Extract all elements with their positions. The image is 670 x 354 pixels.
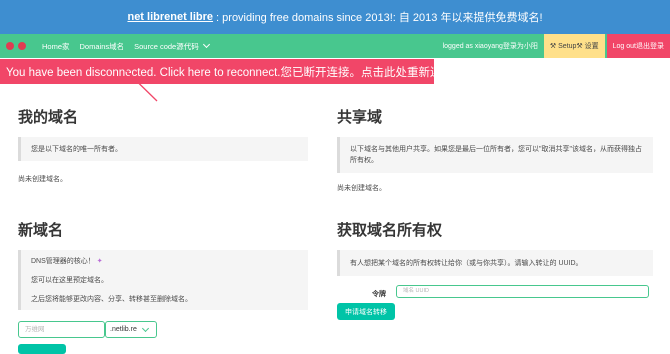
token-label: 令牌 bbox=[372, 291, 386, 298]
create-domain-button[interactable] bbox=[18, 344, 66, 354]
nav-domains-link[interactable]: Domains域名 bbox=[80, 41, 125, 52]
domain-suffix-select[interactable]: .netlib.re bbox=[105, 321, 157, 338]
party-icon: ✦ bbox=[96, 257, 103, 265]
token-input[interactable]: 域名 UUID bbox=[396, 285, 649, 298]
domain-name-input[interactable]: 万维网 bbox=[18, 321, 105, 338]
shared-domains-note: 以下域名与其他用户共享。如果您是最后一位所有者，您可以"取消共享"该域名，从而获… bbox=[337, 137, 653, 173]
my-domains-note-text: 您是以下域名的唯一所有者。 bbox=[31, 145, 122, 153]
nav-source-dropdown[interactable]: Source code源代码 bbox=[134, 40, 210, 52]
nav-source-label: Source code源代码 bbox=[134, 41, 199, 51]
logged-in-user: logged as xiaoyang登录为小阳 bbox=[442, 43, 538, 50]
chevron-down-icon bbox=[202, 40, 210, 49]
request-transfer-button[interactable]: 申请域名转移 bbox=[337, 303, 395, 320]
new-domain-title: 新域名 bbox=[18, 222, 64, 239]
shared-domains-note-text: 以下域名与其他用户共享。如果您是最后一位所有者，您可以"取消共享"该域名，从而获… bbox=[350, 146, 642, 164]
banner-text: : providing free domains since 2013!: 自 … bbox=[216, 12, 543, 24]
shared-domains-title: 共享域 bbox=[337, 109, 383, 126]
navbar: Home家 Domains域名 Source code源代码 logged as… bbox=[0, 34, 670, 58]
chevron-down-icon bbox=[141, 324, 149, 332]
shared-domains-empty: 尚未创建域名。 bbox=[337, 185, 386, 192]
my-domains-title: 我的域名 bbox=[18, 109, 79, 126]
new-domain-line1-text: DNS管理器的核心！ bbox=[31, 257, 95, 265]
logo-dot-icon bbox=[6, 42, 14, 50]
claim-ownership-title: 获取域名所有权 bbox=[337, 222, 443, 239]
logout-button[interactable]: Log out退出登录 bbox=[606, 34, 670, 58]
mouse-pointer-icon bbox=[114, 59, 158, 102]
token-placeholder: 域名 UUID bbox=[403, 288, 429, 294]
nav-home-link[interactable]: Home家 bbox=[42, 41, 70, 52]
new-domain-line2: 您可以在这里预定域名。 bbox=[31, 276, 108, 284]
new-domain-line3: 之后您将能够更改内容、分享、转移甚至删除域名。 bbox=[31, 295, 192, 303]
claim-ownership-note-text: 有人想把某个域名的所有权转让给你（或与你共享）。请输入转让的 UUID。 bbox=[350, 259, 583, 267]
claim-ownership-note: 有人想把某个域名的所有权转让给你（或与你共享）。请输入转让的 UUID。 bbox=[337, 250, 653, 276]
logo-dot-icon bbox=[18, 42, 26, 50]
top-banner: net librenet libre : providing free doma… bbox=[0, 0, 670, 34]
my-domains-note: 您是以下域名的唯一所有者。 bbox=[18, 137, 308, 161]
new-domain-line1: DNS管理器的核心！ ✦ bbox=[31, 256, 298, 267]
reconnect-alert[interactable]: You have been disconnected. Click here t… bbox=[0, 59, 464, 84]
logo[interactable] bbox=[6, 42, 36, 50]
my-domains-empty: 尚未创建域名。 bbox=[18, 176, 67, 183]
setup-button[interactable]: ⚒ Setup⚒ 设置 bbox=[543, 34, 605, 58]
new-domain-note: DNS管理器的核心！ ✦ 您可以在这里预定域名。 之后您将能够更改内容、分享、转… bbox=[18, 250, 308, 310]
domain-name-placeholder: 万维网 bbox=[25, 326, 45, 333]
domain-suffix-value: .netlib.re bbox=[110, 326, 137, 333]
banner-link[interactable]: net librenet libre bbox=[127, 11, 213, 23]
